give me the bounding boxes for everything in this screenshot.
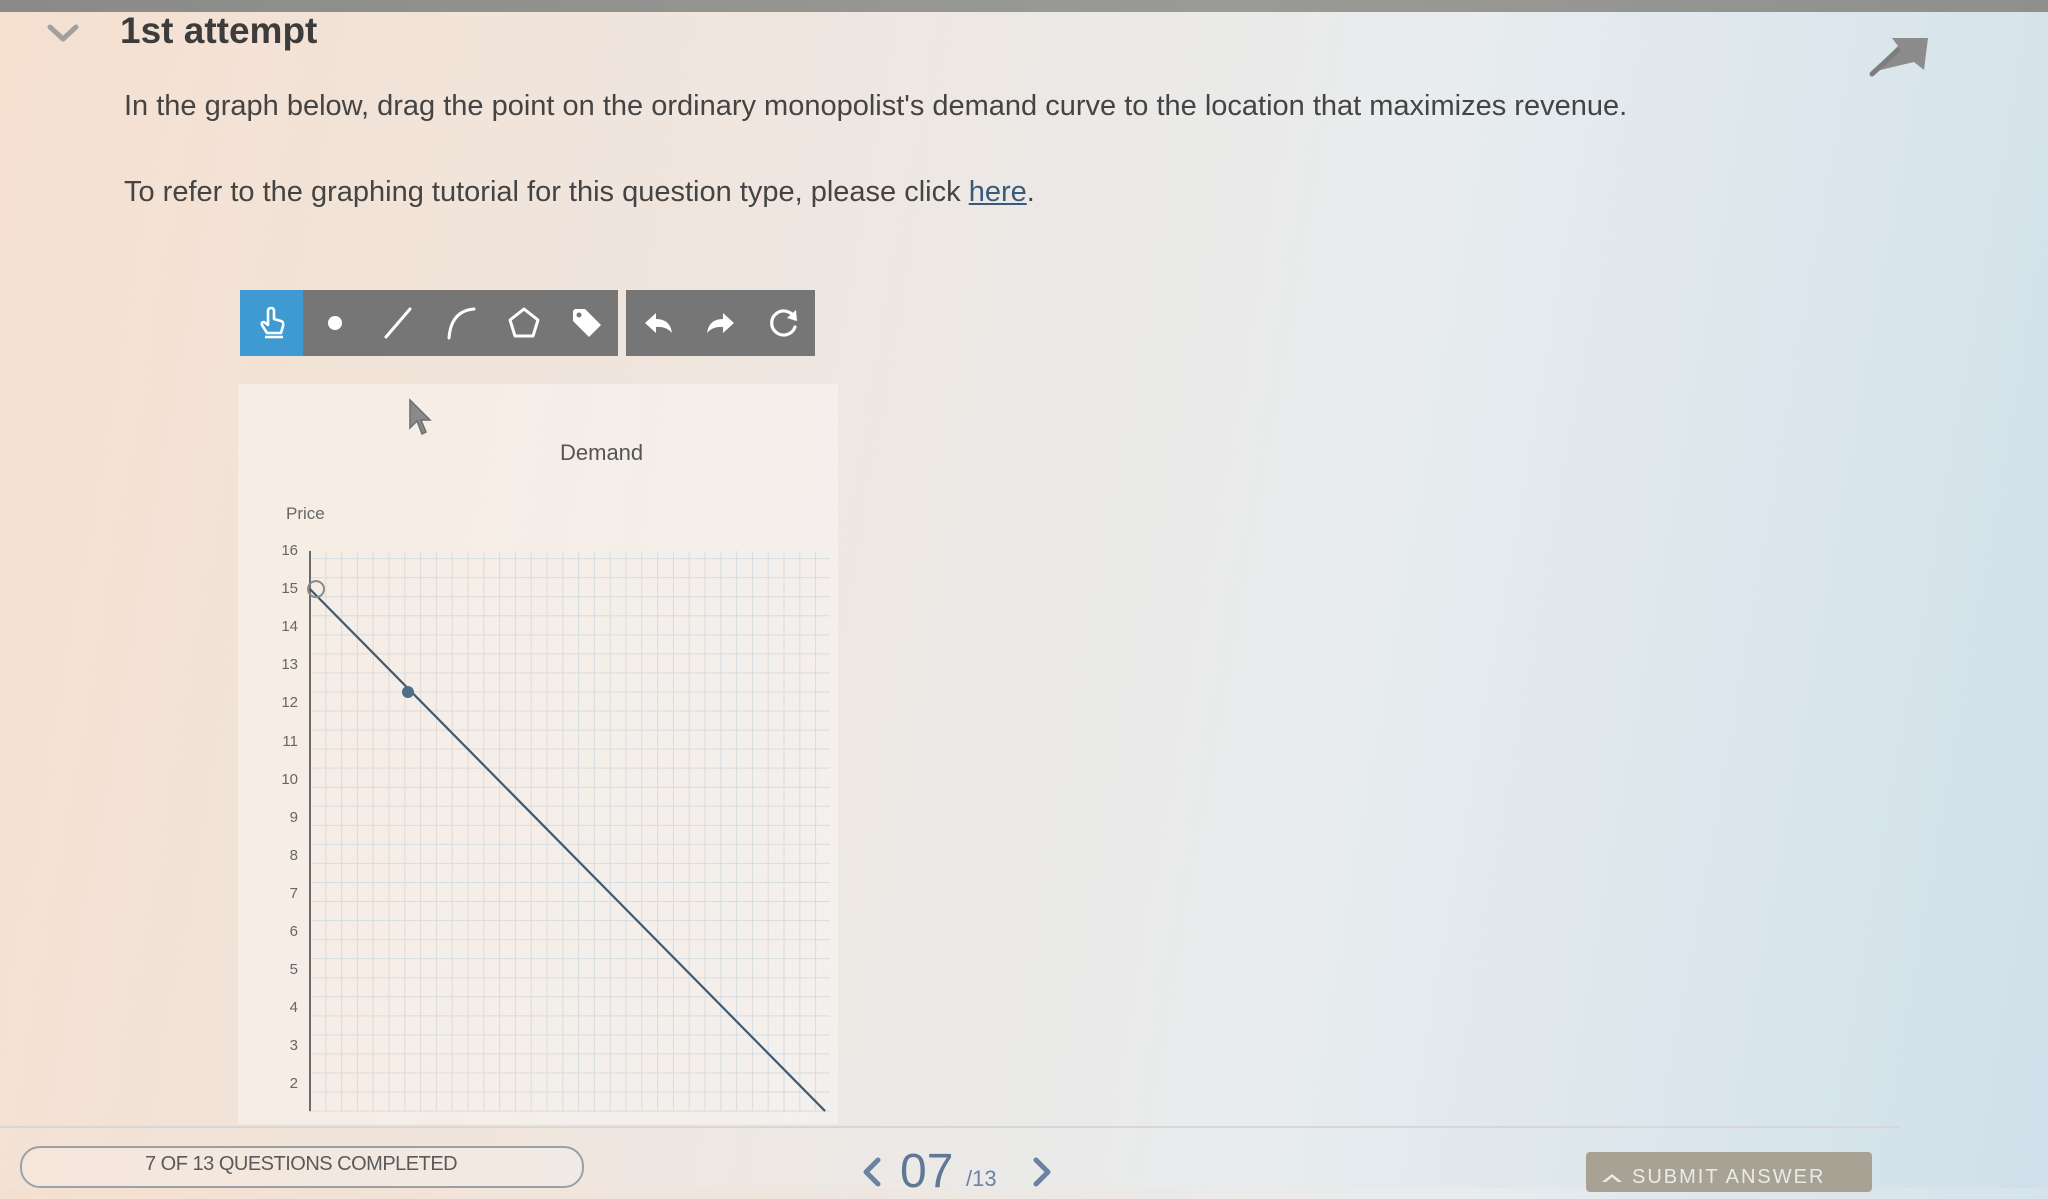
chevron-down-icon[interactable] [46, 22, 80, 44]
tutorial-link[interactable]: here [969, 176, 1027, 208]
chevron-left-icon[interactable] [860, 1156, 884, 1188]
undo-icon [644, 313, 672, 333]
y-axis-label: Price [286, 504, 325, 523]
y-tick-label: 12 [281, 694, 298, 712]
line-tool-button[interactable] [366, 290, 429, 356]
label-tag-icon [572, 309, 601, 337]
y-tick-label: 9 [289, 808, 298, 826]
graph-panel [238, 384, 838, 1124]
pin-icon[interactable] [1868, 30, 1938, 80]
graph-toolbar [240, 290, 815, 356]
attempt-title: 1st attempt [120, 10, 318, 51]
tutorial-text: To refer to the graphing tutorial for th… [124, 176, 1035, 209]
draw-tool-group [240, 290, 618, 356]
progress-text: 7 OF 13 QUESTIONS COMPLETED [145, 1153, 458, 1175]
chevron-right-icon[interactable] [1030, 1156, 1054, 1188]
redo-button[interactable] [689, 290, 752, 356]
point-tool-button[interactable] [303, 290, 366, 356]
y-tick-label: 2 [289, 1075, 298, 1093]
y-tick-label: 10 [281, 770, 298, 788]
y-tick-label: 14 [281, 618, 298, 636]
history-tool-group [626, 290, 815, 356]
mouse-cursor-icon [409, 398, 432, 436]
redo-icon [706, 313, 734, 333]
polygon-tool-button[interactable] [492, 290, 555, 356]
submit-answer-button[interactable]: SUBMIT ANSWER [1586, 1152, 1872, 1192]
submit-icon [1602, 1173, 1622, 1182]
draggable-point[interactable] [401, 685, 414, 698]
page-total: /13 [966, 1166, 997, 1191]
tutorial-suffix: . [1026, 176, 1035, 208]
y-tick-label: 3 [289, 1037, 298, 1055]
y-tick-label: 13 [281, 656, 298, 674]
undo-button[interactable] [626, 290, 689, 356]
footer-divider [0, 1126, 1900, 1128]
line-icon [384, 307, 411, 339]
y-tick-label: 5 [289, 961, 298, 979]
reset-icon [769, 309, 797, 337]
curve-icon [447, 307, 475, 340]
question-instruction: In the graph below, drag the point on th… [124, 90, 1628, 122]
label-tool-button[interactable] [555, 290, 618, 356]
graph-title: Demand [560, 440, 644, 465]
y-tick-label: 7 [289, 884, 298, 902]
hand-tool-button[interactable] [240, 290, 303, 356]
curve-tool-button[interactable] [429, 290, 492, 356]
point-icon [327, 316, 342, 330]
page-current: 07 [900, 1145, 954, 1198]
y-tick-label: 4 [289, 999, 298, 1017]
y-tick-label: 15 [281, 580, 298, 598]
y-tick-label: 11 [282, 732, 298, 750]
tutorial-prefix: To refer to the graphing tutorial for th… [124, 176, 969, 208]
reset-button[interactable] [752, 290, 815, 356]
submit-answer-content: SUBMIT ANSWER [1600, 1166, 1825, 1189]
polygon-icon [508, 307, 539, 338]
y-tick-label: 16 [281, 542, 298, 559]
y-tick-label: 6 [289, 923, 298, 940]
y-tick-label: 8 [289, 846, 298, 864]
hand-icon [259, 306, 285, 339]
submit-answer-label: SUBMIT ANSWER [1632, 1166, 1826, 1188]
